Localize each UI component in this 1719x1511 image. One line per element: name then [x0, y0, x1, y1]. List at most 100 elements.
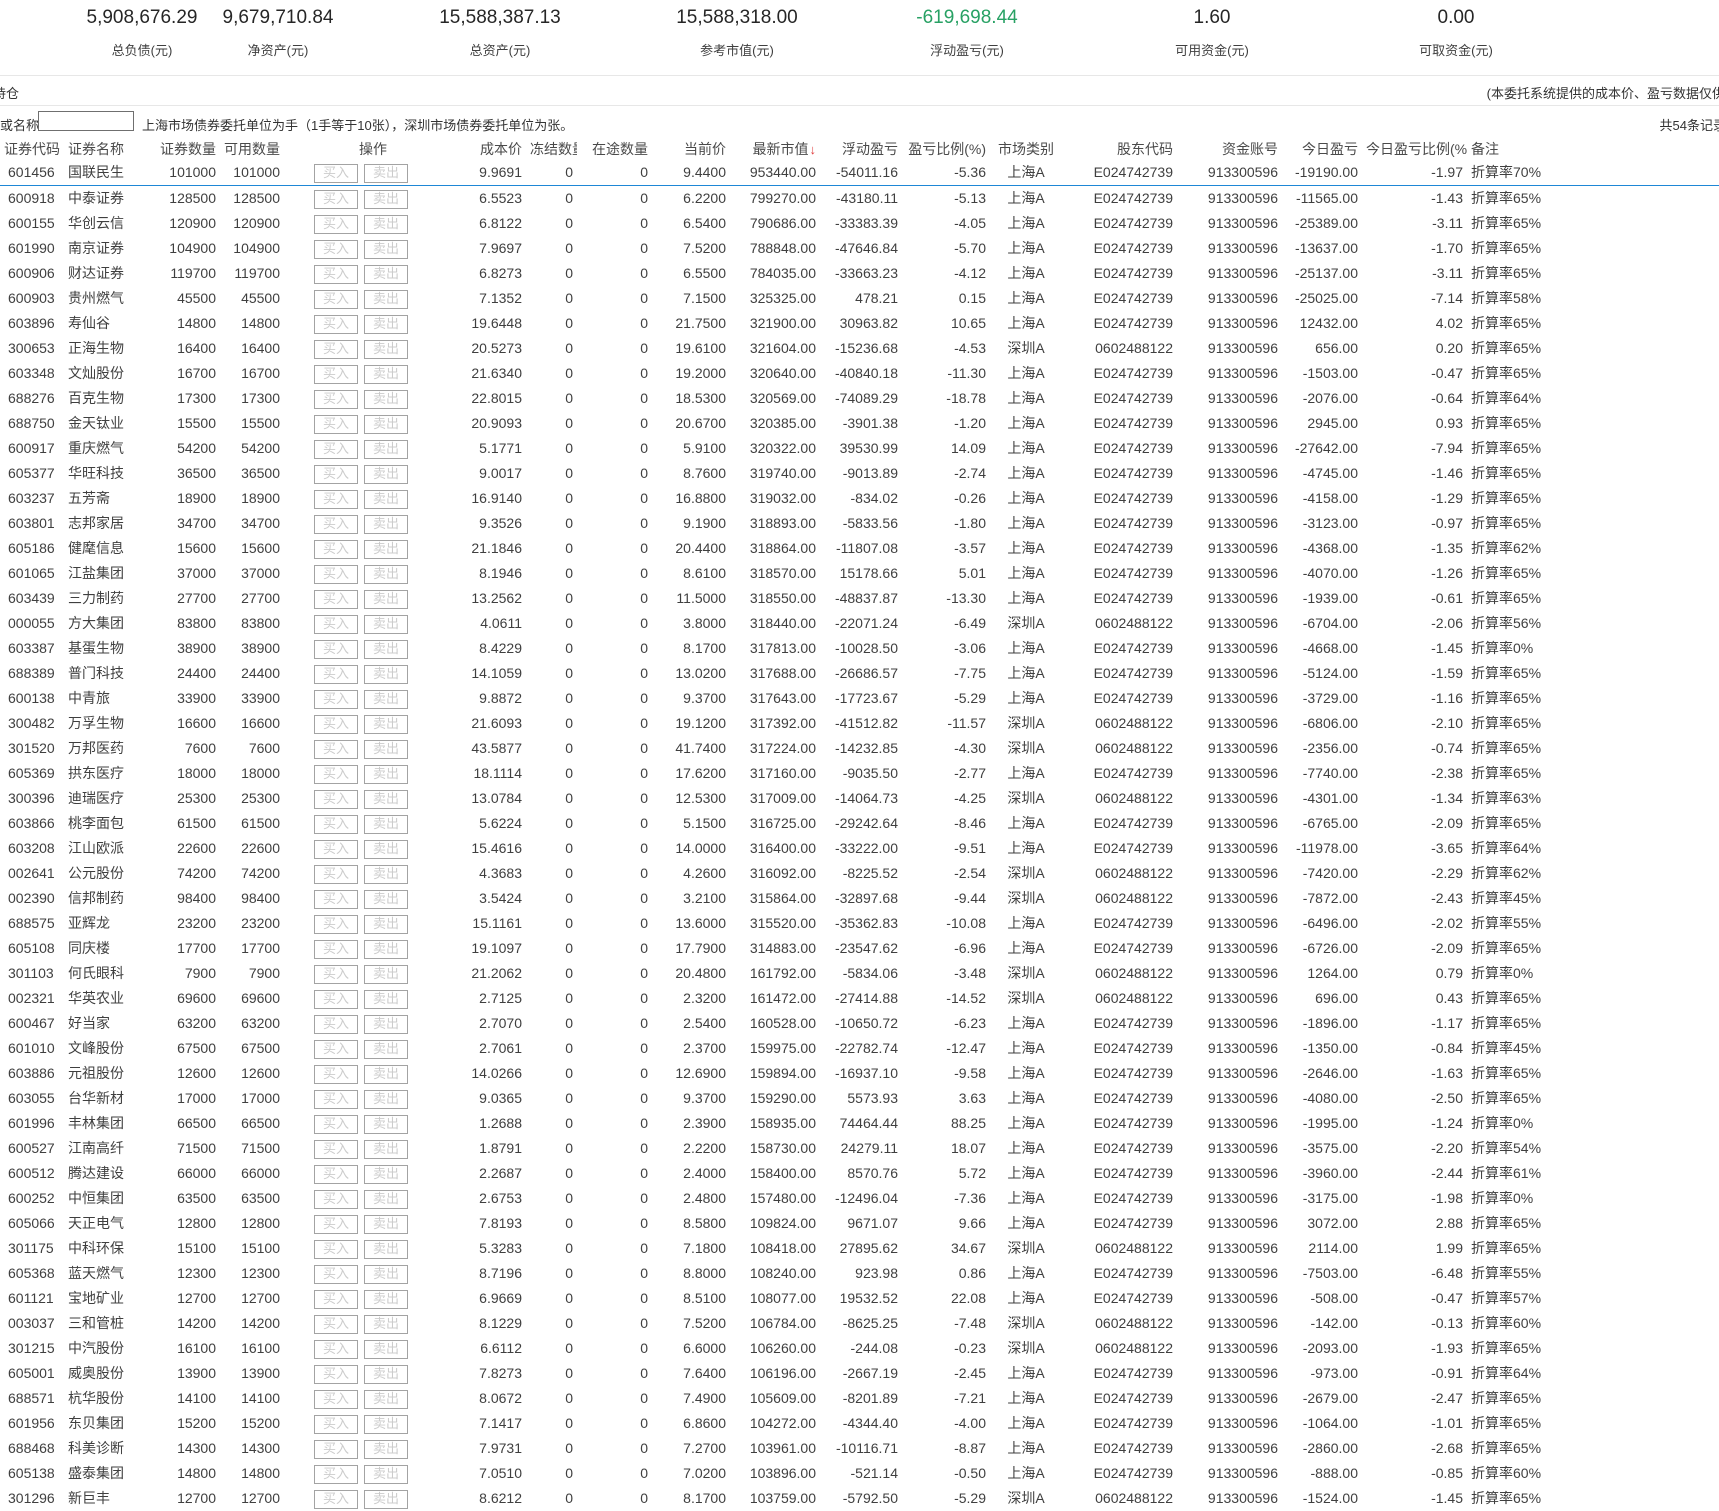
table-row[interactable]: 300396 迪瑞医疗 25300 25300 买入 卖出 13.0784 0 0 12.5300… — [0, 786, 1719, 811]
buy-button[interactable]: 买入 — [314, 1264, 358, 1284]
table-row[interactable]: 603348 文灿股份 16700 16700 买入 卖出 21.6340 0 0 19.2000… — [0, 361, 1719, 386]
buy-button[interactable]: 买入 — [314, 564, 358, 584]
table-row[interactable]: 002641 公元股份 74200 74200 买入 卖出 4.3683 0 0 4.2600 31… — [0, 861, 1719, 886]
table-row[interactable]: 600527 江南高纤 71500 71500 买入 卖出 1.8791 0 0 2.2200 15… — [0, 1136, 1719, 1161]
sell-button[interactable]: 卖出 — [364, 1089, 408, 1109]
table-row[interactable]: 601065 江盐集团 37000 37000 买入 卖出 8.1946 0 0 8.6100 31… — [0, 561, 1719, 586]
buy-button[interactable]: 买入 — [314, 1389, 358, 1409]
buy-button[interactable]: 买入 — [314, 489, 358, 509]
table-row[interactable]: 600906 财达证券 119700 119700 买入 卖出 6.8273 0 0 6.5500… — [0, 261, 1719, 286]
table-row[interactable]: 002321 华英农业 69600 69600 买入 卖出 2.7125 0 0 2.3200 16… — [0, 986, 1719, 1011]
table-row[interactable]: 605186 健麾信息 15600 15600 买入 卖出 21.1846 0 0 20.4400… — [0, 536, 1719, 561]
table-row[interactable]: 600138 中青旅 33900 33900 买入 卖出 9.8872 0 0 9.3700 317… — [0, 686, 1719, 711]
sell-button[interactable]: 卖出 — [364, 789, 408, 809]
buy-button[interactable]: 买入 — [314, 1164, 358, 1184]
tab-positions[interactable]: 持仓 — [0, 83, 19, 102]
sell-button[interactable]: 卖出 — [364, 1039, 408, 1059]
table-row[interactable]: 603055 台华新材 17000 17000 买入 卖出 9.0365 0 0 9.3700 15… — [0, 1086, 1719, 1111]
buy-button[interactable]: 买入 — [314, 314, 358, 334]
table-row[interactable]: 000055 方大集团 83800 83800 买入 卖出 4.0611 0 0 3.8000 31… — [0, 611, 1719, 636]
buy-button[interactable]: 买入 — [314, 1114, 358, 1134]
buy-button[interactable]: 买入 — [314, 989, 358, 1009]
table-row[interactable]: 301175 中科环保 15100 15100 买入 卖出 5.3283 0 0 7.1800 10… — [0, 1236, 1719, 1261]
table-row[interactable]: 600512 腾达建设 66000 66000 买入 卖出 2.2687 0 0 2.4000 15… — [0, 1161, 1719, 1186]
sell-button[interactable]: 卖出 — [364, 539, 408, 559]
table-row[interactable]: 688468 科美诊断 14300 14300 买入 卖出 7.9731 0 0 7.2700 10… — [0, 1436, 1719, 1461]
col-header-10[interactable]: 浮动盈亏 — [820, 139, 902, 160]
col-header-7[interactable]: 在途数量 — [577, 139, 652, 160]
sell-button[interactable]: 卖出 — [364, 1064, 408, 1084]
sell-button[interactable]: 卖出 — [364, 1289, 408, 1309]
buy-button[interactable]: 买入 — [314, 614, 358, 634]
table-row[interactable]: 301215 中汽股份 16100 16100 买入 卖出 6.6112 0 0 6.6000 10… — [0, 1336, 1719, 1361]
table-row[interactable]: 603866 桃李面包 61500 61500 买入 卖出 5.6224 0 0 5.1500 31… — [0, 811, 1719, 836]
table-row[interactable]: 688575 亚辉龙 23200 23200 买入 卖出 15.1161 0 0 13.6000 3… — [0, 911, 1719, 936]
buy-button[interactable]: 买入 — [314, 939, 358, 959]
sell-button[interactable]: 卖出 — [364, 214, 408, 234]
sell-button[interactable]: 卖出 — [364, 489, 408, 509]
sell-button[interactable]: 卖出 — [364, 739, 408, 759]
sell-button[interactable]: 卖出 — [364, 764, 408, 784]
buy-button[interactable]: 买入 — [314, 514, 358, 534]
sell-button[interactable]: 卖出 — [364, 314, 408, 334]
buy-button[interactable]: 买入 — [314, 789, 358, 809]
sell-button[interactable]: 卖出 — [364, 864, 408, 884]
table-row[interactable]: 601996 丰林集团 66500 66500 买入 卖出 1.2688 0 0 2.3900 15… — [0, 1111, 1719, 1136]
buy-button[interactable]: 买入 — [314, 889, 358, 909]
table-row[interactable]: 603387 基蛋生物 38900 38900 买入 卖出 8.4229 0 0 8.1700 31… — [0, 636, 1719, 661]
sell-button[interactable]: 卖出 — [364, 364, 408, 384]
buy-button[interactable]: 买入 — [314, 1139, 358, 1159]
sell-button[interactable]: 卖出 — [364, 689, 408, 709]
sell-button[interactable]: 卖出 — [364, 1189, 408, 1209]
sell-button[interactable]: 卖出 — [364, 839, 408, 859]
buy-button[interactable]: 买入 — [314, 1364, 358, 1384]
buy-button[interactable]: 买入 — [314, 289, 358, 309]
col-header-11[interactable]: 盈亏比例(%) — [902, 139, 990, 160]
table-row[interactable]: 605108 同庆楼 17700 17700 买入 卖出 19.1097 0 0 17.7900 3… — [0, 936, 1719, 961]
table-row[interactable]: 603237 五芳斋 18900 18900 买入 卖出 16.9140 0 0 16.8800 3… — [0, 486, 1719, 511]
col-header-17[interactable]: 备注 — [1467, 139, 1719, 160]
buy-button[interactable]: 买入 — [314, 364, 358, 384]
col-header-15[interactable]: 今日盈亏 — [1282, 139, 1362, 160]
buy-button[interactable]: 买入 — [314, 1214, 358, 1234]
table-row[interactable]: 688276 百克生物 17300 17300 买入 卖出 22.8015 0 0 18.5300… — [0, 386, 1719, 411]
table-row[interactable]: 601010 文峰股份 67500 67500 买入 卖出 2.7061 0 0 2.3700 15… — [0, 1036, 1719, 1061]
table-row[interactable]: 605377 华旺科技 36500 36500 买入 卖出 9.0017 0 0 8.7600 31… — [0, 461, 1719, 486]
table-row[interactable]: 688750 金天钛业 15500 15500 买入 卖出 20.9093 0 0 20.6700… — [0, 411, 1719, 436]
table-row[interactable]: 600155 华创云信 120900 120900 买入 卖出 6.8122 0 0 6.5400… — [0, 211, 1719, 236]
table-row[interactable]: 601121 宝地矿业 12700 12700 买入 卖出 6.9669 0 0 8.5100 10… — [0, 1286, 1719, 1311]
table-row[interactable]: 688389 普门科技 24400 24400 买入 卖出 14.1059 0 0 13.0200… — [0, 661, 1719, 686]
buy-button[interactable]: 买入 — [314, 1239, 358, 1259]
sell-button[interactable]: 卖出 — [364, 1239, 408, 1259]
table-row[interactable]: 301296 新巨丰 12700 12700 买入 卖出 8.6212 0 0 8.1700 103… — [0, 1486, 1719, 1511]
col-header-16[interactable]: 今日盈亏比例(%) — [1362, 139, 1467, 160]
sell-button[interactable]: 卖出 — [364, 464, 408, 484]
sell-button[interactable]: 卖出 — [364, 714, 408, 734]
sell-button[interactable]: 卖出 — [364, 589, 408, 609]
table-row[interactable]: 605001 威奥股份 13900 13900 买入 卖出 7.8273 0 0 7.6400 10… — [0, 1361, 1719, 1386]
sell-button[interactable]: 卖出 — [364, 989, 408, 1009]
sell-button[interactable]: 卖出 — [364, 1314, 408, 1334]
buy-button[interactable]: 买入 — [314, 764, 358, 784]
sell-button[interactable]: 卖出 — [364, 514, 408, 534]
table-row[interactable]: 603439 三力制药 27700 27700 买入 卖出 13.2562 0 0 11.5000… — [0, 586, 1719, 611]
buy-button[interactable]: 买入 — [314, 814, 358, 834]
buy-button[interactable]: 买入 — [314, 589, 358, 609]
table-row[interactable]: 301520 万邦医药 7600 7600 买入 卖出 43.5877 0 0 41.7400 31… — [0, 736, 1719, 761]
buy-button[interactable]: 买入 — [314, 1339, 358, 1359]
table-row[interactable]: 605138 盛泰集团 14800 14800 买入 卖出 7.0510 0 0 7.0200 10… — [0, 1461, 1719, 1486]
buy-button[interactable]: 买入 — [314, 664, 358, 684]
table-row[interactable]: 301103 何氏眼科 7900 7900 买入 卖出 21.2062 0 0 20.4800 16… — [0, 961, 1719, 986]
buy-button[interactable]: 买入 — [314, 864, 358, 884]
buy-button[interactable]: 买入 — [314, 714, 358, 734]
table-row[interactable]: 605066 天正电气 12800 12800 买入 卖出 7.8193 0 0 8.5800 10… — [0, 1211, 1719, 1236]
sell-button[interactable]: 卖出 — [364, 889, 408, 909]
buy-button[interactable]: 买入 — [314, 1464, 358, 1484]
table-row[interactable]: 603208 江山欧派 22600 22600 买入 卖出 15.4616 0 0 14.0000… — [0, 836, 1719, 861]
sell-button[interactable]: 卖出 — [364, 614, 408, 634]
table-row[interactable]: 603801 志邦家居 34700 34700 买入 卖出 9.3526 0 0 9.1900 31… — [0, 511, 1719, 536]
buy-button[interactable]: 买入 — [314, 1014, 358, 1034]
buy-button[interactable]: 买入 — [314, 239, 358, 259]
col-header-5[interactable]: 成本价 — [462, 139, 526, 160]
sell-button[interactable]: 卖出 — [364, 1339, 408, 1359]
